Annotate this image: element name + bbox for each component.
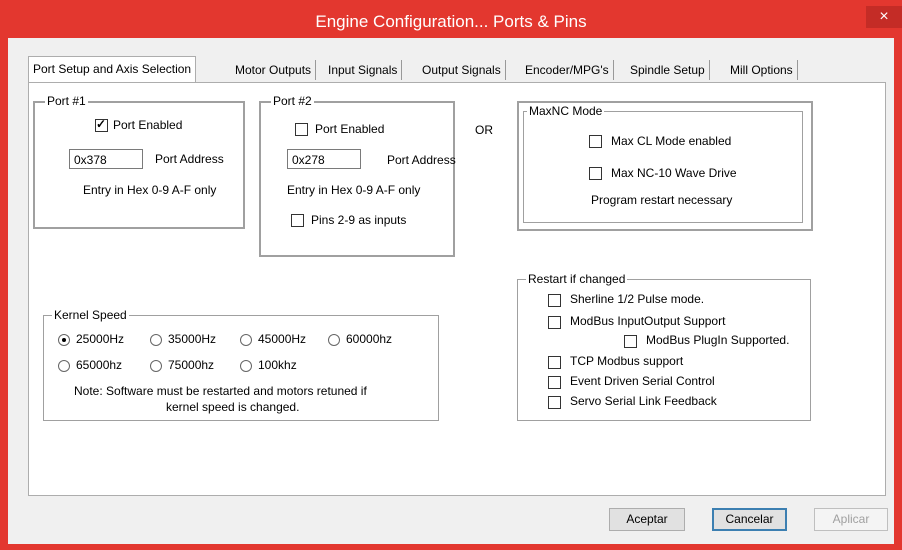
tab-spindle-setup[interactable]: Spindle Setup [626,60,710,80]
port1-address-field[interactable]: 0x378 [69,149,143,169]
tab-motor-outputs[interactable]: Motor Outputs [231,60,317,80]
kernel-radio-60000hz[interactable] [328,334,340,346]
port2-group: Port #2 Port Enabled 0x278 Port Address … [259,94,456,257]
port2-pins-label: Pins 2-9 as inputs [311,213,407,227]
kernel-note-line2: kernel speed is changed. [166,400,300,414]
kernel-note-line1: Note: Software must be restarted and mot… [74,384,367,398]
event-serial-checkbox[interactable] [548,376,561,389]
tab-input-signals[interactable]: Input Signals [324,60,403,80]
max-cl-mode-label: Max CL Mode enabled [611,134,732,148]
window-title: Engine Configuration... Ports & Pins [315,12,587,31]
kernel-radio-25000hz[interactable] [58,334,70,346]
max-nc10-wave-checkbox[interactable] [589,167,602,180]
kernel-speed-group: Kernel Speed 25000Hz 35000Hz 45000Hz 600… [43,308,439,421]
tab-panel-port-setup: Port #1 Port Enabled 0x378 Port Address … [28,82,886,496]
modbus-plugin-label: ModBus PlugIn Supported. [646,333,790,347]
modbus-io-label: ModBus InputOutput Support [570,314,726,328]
kernel-label-60000hz: 60000hz [346,332,393,346]
tcp-modbus-label: TCP Modbus support [570,354,684,368]
event-serial-label: Event Driven Serial Control [570,374,715,388]
max-cl-mode-checkbox[interactable] [589,135,602,148]
port1-legend: Port #1 [45,94,88,108]
kernel-radio-35000hz[interactable] [150,334,162,346]
dialog-body: Port Setup and Axis Selection Motor Outp… [8,38,894,544]
kernel-label-100khz: 100khz [258,358,297,372]
tab-mill-options[interactable]: Mill Options [726,60,798,80]
close-icon: × [879,8,889,25]
port2-pins-checkbox[interactable] [291,214,304,227]
modbus-plugin-checkbox[interactable] [624,335,637,348]
kernel-radio-65000hz[interactable] [58,360,70,372]
ok-button[interactable]: Aceptar [609,508,685,531]
kernel-label-75000hz: 75000hz [168,358,215,372]
modbus-io-checkbox[interactable] [548,316,561,329]
port2-enabled-label: Port Enabled [315,122,385,136]
maxnc-restart-note: Program restart necessary [591,193,733,207]
restart-legend: Restart if changed [526,272,628,286]
port1-hint: Entry in Hex 0-9 A-F only [83,183,217,197]
kernel-radio-100khz[interactable] [240,360,252,372]
kernel-label-65000hz: 65000hz [76,358,123,372]
apply-button[interactable]: Aplicar [814,508,888,531]
close-button[interactable]: × [866,6,902,28]
maxnc-group: MaxNC Mode Max CL Mode enabled Max NC-10… [517,101,813,231]
or-label: OR [475,123,493,137]
kernel-speed-legend: Kernel Speed [52,308,129,322]
port1-enabled-label: Port Enabled [113,118,183,132]
port2-hint: Entry in Hex 0-9 A-F only [287,183,421,197]
port2-enabled-checkbox[interactable] [295,123,308,136]
port1-enabled-checkbox[interactable] [95,117,108,132]
kernel-radio-45000hz[interactable] [240,334,252,346]
sherline-pulse-label: Sherline 1/2 Pulse mode. [570,292,705,306]
servo-serial-label: Servo Serial Link Feedback [570,394,717,408]
max-nc10-wave-label: Max NC-10 Wave Drive [611,166,737,180]
port2-address-field[interactable]: 0x278 [287,149,361,169]
port1-group: Port #1 Port Enabled 0x378 Port Address … [33,94,245,229]
sherline-pulse-checkbox[interactable] [548,294,561,307]
kernel-label-35000hz: 35000Hz [168,332,217,346]
tab-encoder-mpgs[interactable]: Encoder/MPG's [521,60,614,80]
kernel-label-25000hz: 25000Hz [76,332,125,346]
servo-serial-checkbox[interactable] [548,396,561,409]
restart-group: Restart if changed Sherline 1/2 Pulse mo… [517,272,811,421]
port2-address-label: Port Address [387,153,456,167]
maxnc-legend: MaxNC Mode [527,104,605,118]
kernel-radio-75000hz[interactable] [150,360,162,372]
port2-legend: Port #2 [271,94,314,108]
kernel-label-45000hz: 45000Hz [258,332,307,346]
tab-port-setup[interactable]: Port Setup and Axis Selection [28,56,197,83]
tab-output-signals[interactable]: Output Signals [418,60,506,80]
title-bar[interactable]: Engine Configuration... Ports & Pins × [0,0,902,38]
dialog-window: Engine Configuration... Ports & Pins × P… [0,0,902,550]
port1-address-label: Port Address [155,152,224,166]
cancel-button[interactable]: Cancelar [712,508,787,531]
tcp-modbus-checkbox[interactable] [548,356,561,369]
